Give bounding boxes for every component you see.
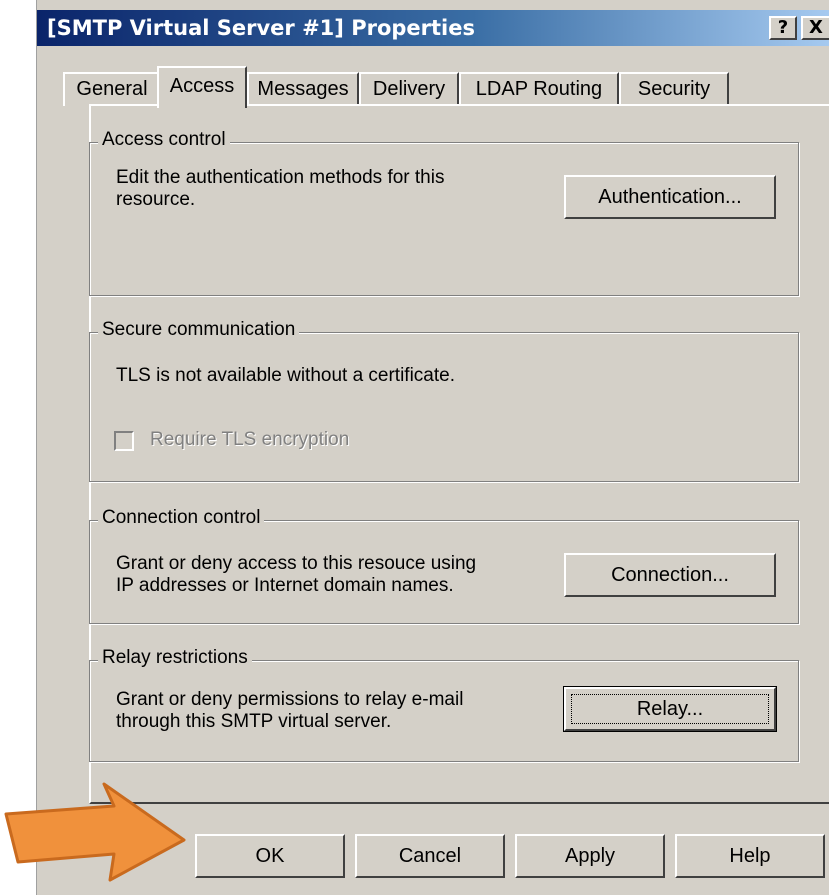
relay-restrictions-group: Relay restrictions Grant or deny permiss… xyxy=(89,647,799,762)
access-control-group: Access control Edit the authentication m… xyxy=(89,129,799,296)
secure-communication-legend: Secure communication xyxy=(98,319,300,341)
apply-button[interactable]: Apply xyxy=(515,834,665,878)
help-title-button[interactable]: ? xyxy=(769,16,797,40)
connection-control-legend: Connection control xyxy=(98,507,265,529)
tab-general[interactable]: General xyxy=(63,72,161,106)
require-tls-label: Require TLS encryption xyxy=(150,429,350,450)
relay-restrictions-description: Grant or deny permissions to relay e-mai… xyxy=(116,689,464,732)
connection-control-group: Connection control Grant or deny access … xyxy=(89,507,799,624)
arrow-right-icon xyxy=(4,782,186,882)
connection-button[interactable]: Connection... xyxy=(564,553,776,597)
properties-dialog: [SMTP Virtual Server #1] Properties ? X … xyxy=(36,0,829,895)
access-control-legend: Access control xyxy=(98,129,230,151)
window-title: [SMTP Virtual Server #1] Properties xyxy=(47,16,475,40)
secure-communication-group: Secure communication TLS is not availabl… xyxy=(89,319,799,482)
relay-restrictions-legend: Relay restrictions xyxy=(98,647,252,669)
help-button[interactable]: Help xyxy=(675,834,825,878)
relay-button[interactable]: Relay... xyxy=(563,686,777,732)
title-bar[interactable]: [SMTP Virtual Server #1] Properties ? X xyxy=(37,10,829,46)
tab-messages[interactable]: Messages xyxy=(247,72,359,106)
ok-button[interactable]: OK xyxy=(195,834,345,878)
connection-control-description: Grant or deny access to this resouce usi… xyxy=(116,553,477,596)
tab-ldap-routing[interactable]: LDAP Routing xyxy=(459,72,619,106)
focus-ring xyxy=(571,694,769,724)
tab-access[interactable]: Access xyxy=(157,66,247,108)
tab-delivery[interactable]: Delivery xyxy=(359,72,459,106)
require-tls-checkbox[interactable] xyxy=(114,431,134,451)
close-title-button[interactable]: X xyxy=(801,16,829,40)
tab-security[interactable]: Security xyxy=(619,72,729,106)
cancel-button[interactable]: Cancel xyxy=(355,834,505,878)
authentication-button[interactable]: Authentication... xyxy=(564,175,776,219)
access-control-description: Edit the authentication methods for this… xyxy=(116,167,445,210)
secure-communication-description: TLS is not available without a certifica… xyxy=(116,365,456,386)
